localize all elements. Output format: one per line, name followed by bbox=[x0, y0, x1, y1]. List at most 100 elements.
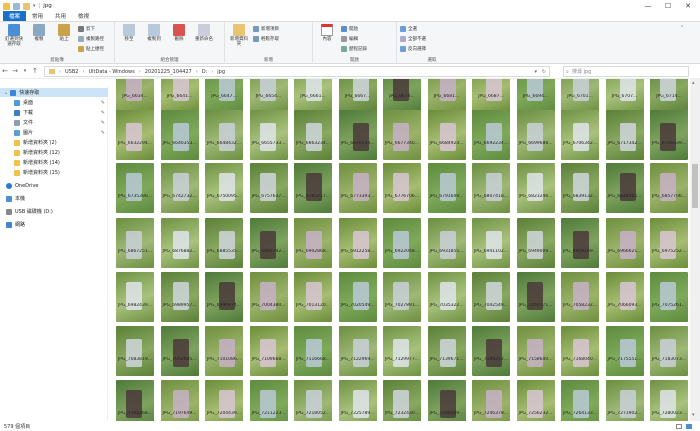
file-thumbnail[interactable] bbox=[294, 218, 332, 268]
maximize-button[interactable]: ☐ bbox=[658, 0, 678, 12]
file-thumbnail[interactable] bbox=[383, 272, 421, 322]
minimize-button[interactable]: — bbox=[638, 0, 658, 12]
back-icon[interactable]: ← bbox=[0, 67, 10, 75]
move-to-button[interactable]: 移至 bbox=[118, 24, 140, 56]
nav-folder-14[interactable]: 新增資料夾 (14) bbox=[0, 158, 108, 167]
crumb-ultdata[interactable]: UltData - Windows bbox=[88, 69, 134, 75]
file-thumbnail[interactable] bbox=[605, 326, 644, 376]
file-thumbnail[interactable] bbox=[427, 163, 466, 213]
file-thumbnail[interactable] bbox=[650, 110, 688, 160]
nav-folder-12[interactable]: 新增資料夾 (12) bbox=[0, 148, 108, 157]
file-thumbnail[interactable] bbox=[427, 272, 466, 322]
pin-quick-access-button[interactable]: 釘選到快速存取 bbox=[3, 24, 25, 56]
recent-icon[interactable]: ▾ bbox=[20, 68, 30, 74]
file-thumbnail[interactable] bbox=[160, 272, 199, 322]
large-icons-view-icon[interactable] bbox=[686, 423, 692, 429]
file-thumbnail[interactable] bbox=[383, 163, 421, 213]
file-thumbnail[interactable] bbox=[205, 326, 243, 376]
file-thumbnail[interactable] bbox=[205, 163, 243, 213]
copy-button[interactable]: 複製 bbox=[28, 24, 50, 56]
cut-button[interactable]: 剪下 bbox=[78, 25, 104, 33]
scroll-up-icon[interactable]: ▴ bbox=[692, 80, 695, 86]
file-thumbnail[interactable] bbox=[561, 218, 599, 268]
file-thumbnail[interactable] bbox=[294, 163, 332, 213]
nav-downloads[interactable]: 下載 ✎ bbox=[0, 108, 108, 117]
file-thumbnail[interactable] bbox=[116, 163, 154, 213]
scrollbar-thumb[interactable] bbox=[692, 164, 698, 208]
file-thumbnail[interactable] bbox=[650, 272, 688, 322]
nav-quick-access[interactable]: ⌄ 快速存取 bbox=[0, 88, 108, 97]
file-thumbnail[interactable] bbox=[516, 218, 555, 268]
dropdown-icon[interactable]: ▾ bbox=[33, 3, 36, 9]
file-thumbnail[interactable] bbox=[427, 326, 466, 376]
file-thumbnail[interactable] bbox=[472, 326, 510, 376]
crumb-drive[interactable]: D: bbox=[202, 69, 208, 75]
file-thumbnail[interactable] bbox=[427, 218, 466, 268]
file-thumbnail[interactable] bbox=[605, 272, 644, 322]
file-thumbnail[interactable] bbox=[205, 272, 243, 322]
details-view-icon[interactable] bbox=[676, 423, 682, 429]
tab-file[interactable]: 檔案 bbox=[3, 11, 27, 21]
file-thumbnail[interactable] bbox=[605, 218, 644, 268]
file-thumbnail[interactable] bbox=[338, 218, 377, 268]
file-thumbnail[interactable] bbox=[472, 163, 510, 213]
file-thumbnail[interactable] bbox=[249, 218, 288, 268]
file-thumbnail[interactable] bbox=[249, 163, 288, 213]
crumb-jpg[interactable]: jpg bbox=[217, 69, 225, 75]
file-thumbnail[interactable] bbox=[116, 218, 154, 268]
file-thumbnail[interactable] bbox=[160, 110, 199, 160]
edit-button[interactable]: 編輯 bbox=[341, 35, 367, 43]
nav-desktop[interactable]: 桌面 ✎ bbox=[0, 98, 108, 107]
up-icon[interactable]: ↑ bbox=[30, 67, 40, 75]
file-thumbnail[interactable] bbox=[160, 218, 199, 268]
copy-path-button[interactable]: 複製路徑 bbox=[78, 35, 104, 43]
vertical-scrollbar[interactable] bbox=[690, 79, 700, 421]
file-thumbnail[interactable] bbox=[561, 326, 599, 376]
file-thumbnail[interactable] bbox=[338, 326, 377, 376]
search-input[interactable]: ⌕ 搜尋 jpg bbox=[563, 66, 689, 77]
file-thumbnail[interactable] bbox=[561, 110, 599, 160]
open-button[interactable]: 開啟 bbox=[341, 25, 367, 33]
tab-view[interactable]: 檢視 bbox=[72, 11, 95, 21]
file-thumbnail[interactable] bbox=[294, 326, 332, 376]
crumb-usb[interactable]: USB2 bbox=[65, 69, 78, 75]
file-thumbnail[interactable] bbox=[472, 110, 510, 160]
nav-this-pc[interactable]: 本機 bbox=[0, 194, 108, 203]
address-dropdown-icon[interactable]: ▾ bbox=[534, 69, 537, 75]
file-thumbnail[interactable] bbox=[516, 163, 555, 213]
tab-share[interactable]: 共用 bbox=[49, 11, 72, 21]
file-thumbnail[interactable] bbox=[205, 110, 243, 160]
ribbon-collapse-icon[interactable]: ⌃ bbox=[680, 25, 684, 31]
file-thumbnail[interactable] bbox=[383, 110, 421, 160]
file-thumbnail[interactable] bbox=[116, 272, 154, 322]
file-thumbnail[interactable] bbox=[383, 218, 421, 268]
delete-button[interactable]: 刪除 bbox=[168, 24, 190, 56]
forward-icon[interactable]: → bbox=[10, 67, 20, 75]
file-thumbnail[interactable] bbox=[205, 218, 243, 268]
file-thumbnail[interactable] bbox=[650, 163, 688, 213]
tab-home[interactable]: 常用 bbox=[26, 11, 49, 21]
file-thumbnail[interactable] bbox=[249, 272, 288, 322]
file-thumbnail[interactable] bbox=[516, 110, 555, 160]
file-thumbnail[interactable] bbox=[427, 110, 466, 160]
history-button[interactable]: 歷程記錄 bbox=[341, 45, 367, 53]
easy-access-button[interactable]: 輕鬆存取 bbox=[253, 35, 279, 43]
select-all-button[interactable]: 全選 bbox=[400, 25, 426, 33]
file-thumbnail[interactable] bbox=[294, 272, 332, 322]
file-thumbnail[interactable] bbox=[472, 218, 510, 268]
new-folder-button[interactable]: 新增資料夾 bbox=[228, 24, 250, 56]
crumb-date[interactable]: 20201225_104427 bbox=[145, 69, 192, 75]
file-thumbnail[interactable] bbox=[160, 163, 199, 213]
file-thumbnail[interactable] bbox=[650, 218, 688, 268]
properties-button[interactable]: 內容 bbox=[316, 24, 338, 56]
rename-button[interactable]: 重新命名 bbox=[193, 24, 215, 56]
copy-to-button[interactable]: 複製到 bbox=[143, 24, 165, 56]
file-thumbnail[interactable] bbox=[516, 272, 555, 322]
file-thumbnail[interactable] bbox=[472, 272, 510, 322]
nav-documents[interactable]: 文件 ✎ bbox=[0, 118, 108, 127]
file-thumbnail[interactable] bbox=[249, 110, 288, 160]
paste-button[interactable]: 貼上 bbox=[53, 24, 75, 56]
file-thumbnail[interactable] bbox=[294, 110, 332, 160]
file-thumbnail[interactable] bbox=[338, 272, 377, 322]
file-thumbnail[interactable] bbox=[561, 272, 599, 322]
